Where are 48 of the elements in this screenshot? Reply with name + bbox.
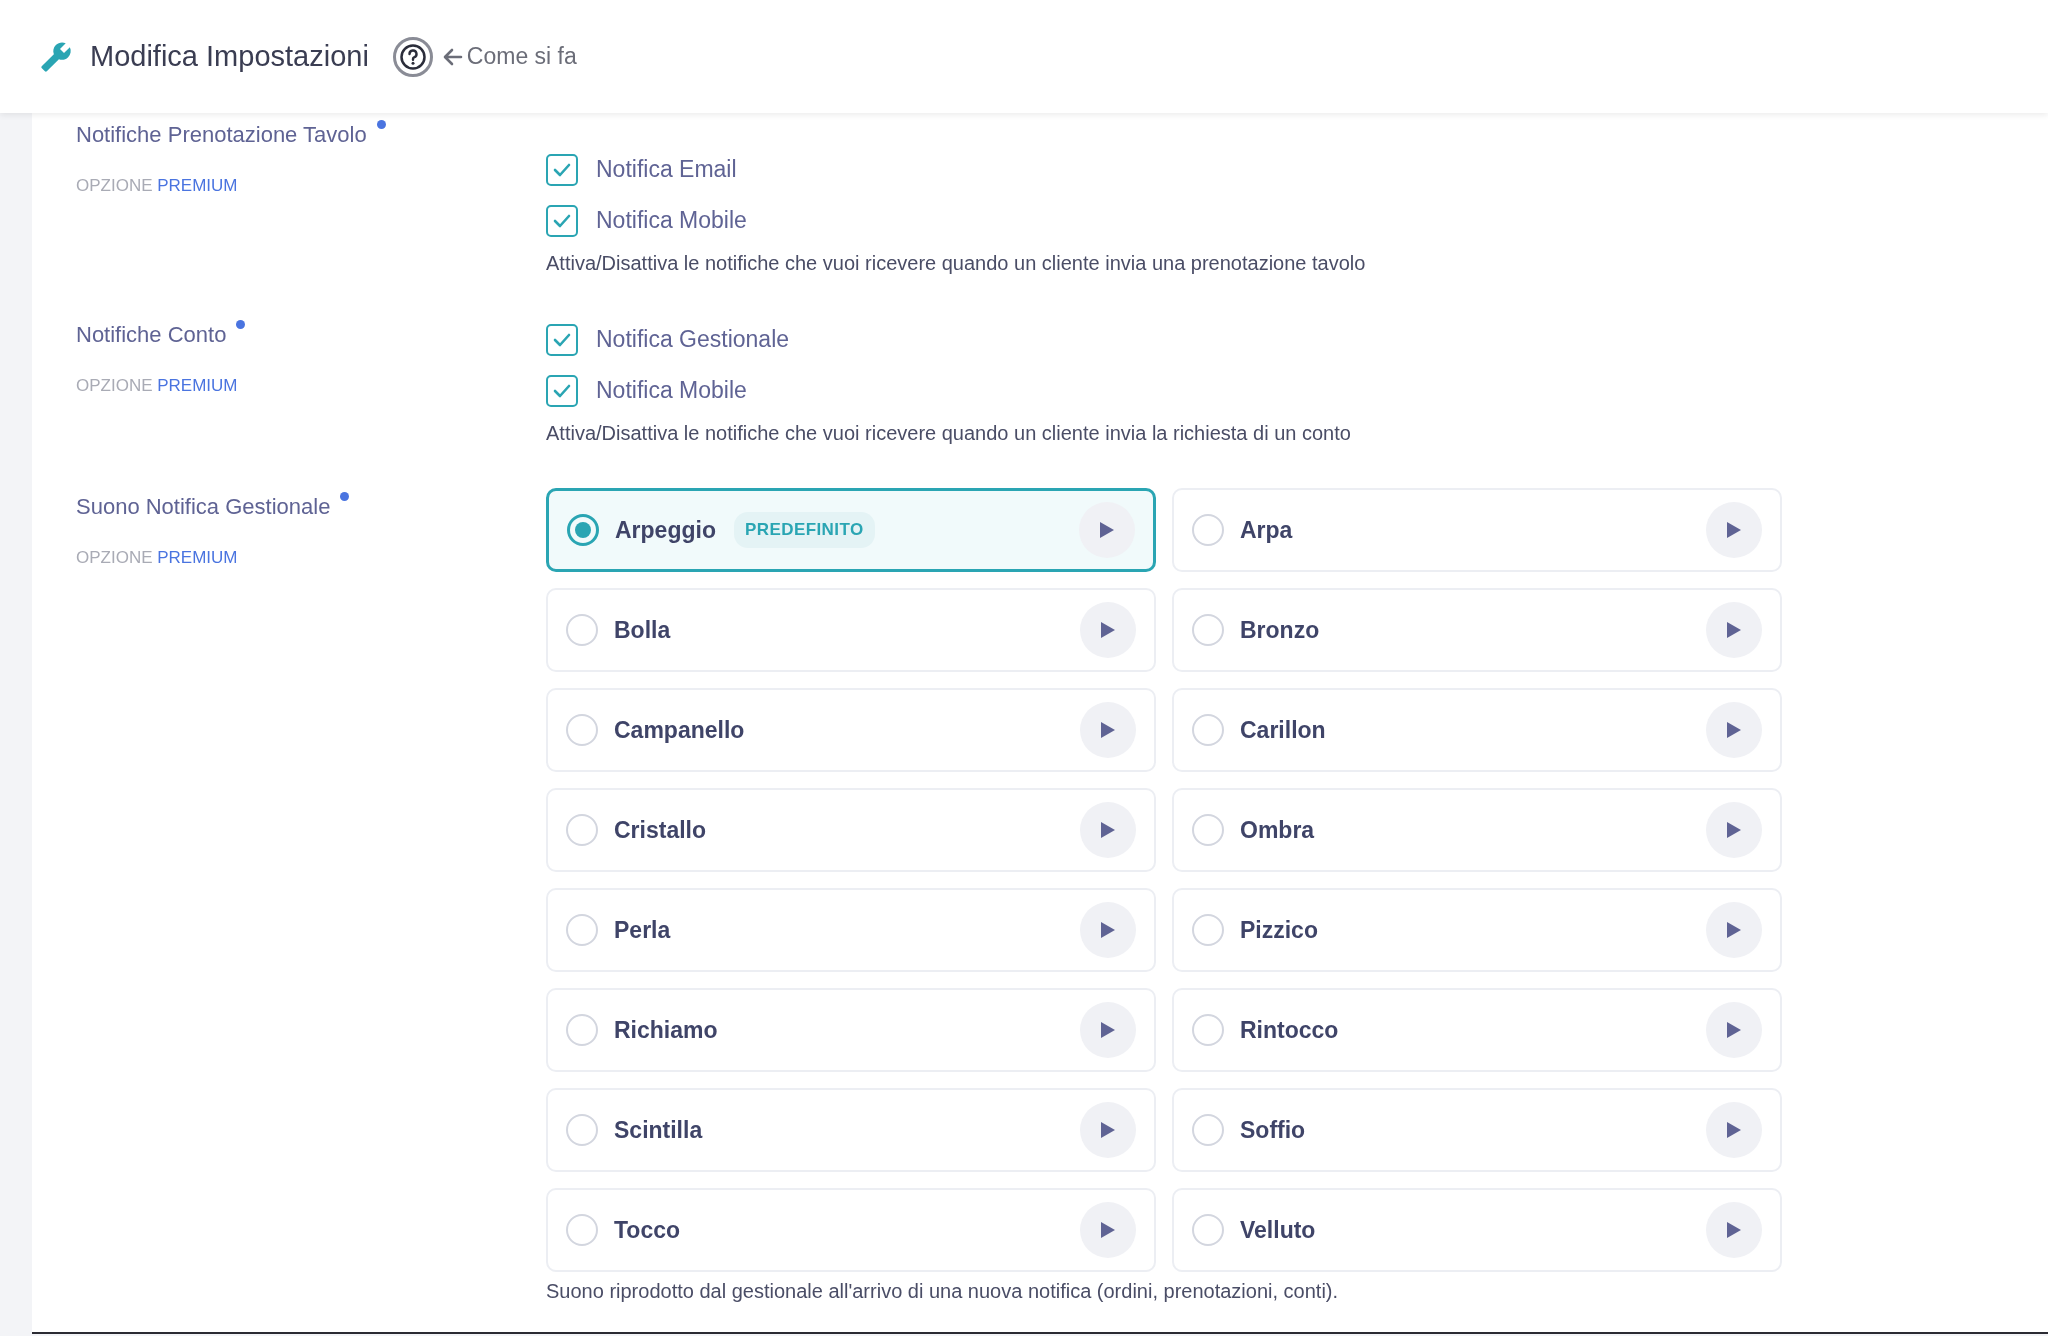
sound-name: Richiamo <box>614 1015 718 1045</box>
sound-option[interactable]: Soffio <box>1172 1088 1782 1172</box>
premium-option-label: OPZIONE PREMIUM <box>76 375 239 397</box>
sound-name: Pizzico <box>1240 915 1318 945</box>
sound-option[interactable]: Carillon <box>1172 688 1782 772</box>
section-description: Suono riprodotto dal gestionale all'arrivo di una nuova notifica (ordini, prenotazioni, conti). <box>546 1279 1340 1304</box>
sound-option[interactable]: Campanello <box>546 688 1156 772</box>
sound-option[interactable]: Bronzo <box>1172 588 1782 672</box>
section-label: Suono Notifica Gestionale <box>76 493 331 521</box>
sound-option[interactable]: Scintilla <box>546 1088 1156 1172</box>
page-title: Modifica Impostazioni <box>90 38 369 74</box>
sound-option[interactable]: Perla <box>546 888 1156 972</box>
sound-name: Soffio <box>1240 1115 1306 1145</box>
section-description: Attiva/Disattiva le notifiche che vuoi ricevere quando un cliente invia una prenotazione tavolo <box>546 251 1367 276</box>
premium-option-label: OPZIONE PREMIUM <box>76 547 239 569</box>
sound-name: Bolla <box>614 615 671 645</box>
sound-name: Arpa <box>1240 515 1293 545</box>
sound-option[interactable]: Arpa <box>1172 488 1782 572</box>
sound-option[interactable]: Tocco <box>546 1188 1156 1272</box>
sound-name: Velluto <box>1240 1215 1316 1245</box>
sound-name: Cristallo <box>614 815 707 845</box>
checkbox-label: Notifica Mobile <box>596 206 747 236</box>
sound-option[interactable]: Arpeggio PREDEFINITO <box>546 488 1156 572</box>
default-badge: PREDEFINITO <box>733 512 875 548</box>
checkbox-label: Notifica Gestionale <box>596 325 790 355</box>
sound-name: Carillon <box>1240 715 1326 745</box>
sound-name: Scintilla <box>614 1115 703 1145</box>
sound-name: Arpeggio <box>615 515 716 545</box>
sound-option[interactable]: Bolla <box>546 588 1156 672</box>
sound-name: Tocco <box>614 1215 681 1245</box>
section-label: Notifiche Conto <box>76 321 227 349</box>
sound-option[interactable]: Ombra <box>1172 788 1782 872</box>
sound-option[interactable]: Rintocco <box>1172 988 1782 1072</box>
sound-option[interactable]: Richiamo <box>546 988 1156 1072</box>
sound-name: Bronzo <box>1240 615 1320 645</box>
how-to-link[interactable]: Come si fa <box>442 39 577 74</box>
checkbox-label: Notifica Mobile <box>596 376 747 406</box>
sound-option[interactable]: Pizzico <box>1172 888 1782 972</box>
premium-option-label: OPZIONE PREMIUM <box>76 175 239 197</box>
checkbox-label: Notifica Email <box>596 155 737 185</box>
sound-name: Campanello <box>614 715 745 745</box>
sound-option[interactable]: Velluto <box>1172 1188 1782 1272</box>
section-description: Attiva/Disattiva le notifiche che vuoi ricevere quando un cliente invia la richiesta di un conto <box>546 421 1352 446</box>
sound-option[interactable]: Cristallo <box>546 788 1156 872</box>
sound-name: Ombra <box>1240 815 1315 845</box>
sound-name: Perla <box>614 915 671 945</box>
section-label: Notifiche Prenotazione Tavolo <box>76 121 367 149</box>
sound-name: Rintocco <box>1240 1015 1339 1045</box>
